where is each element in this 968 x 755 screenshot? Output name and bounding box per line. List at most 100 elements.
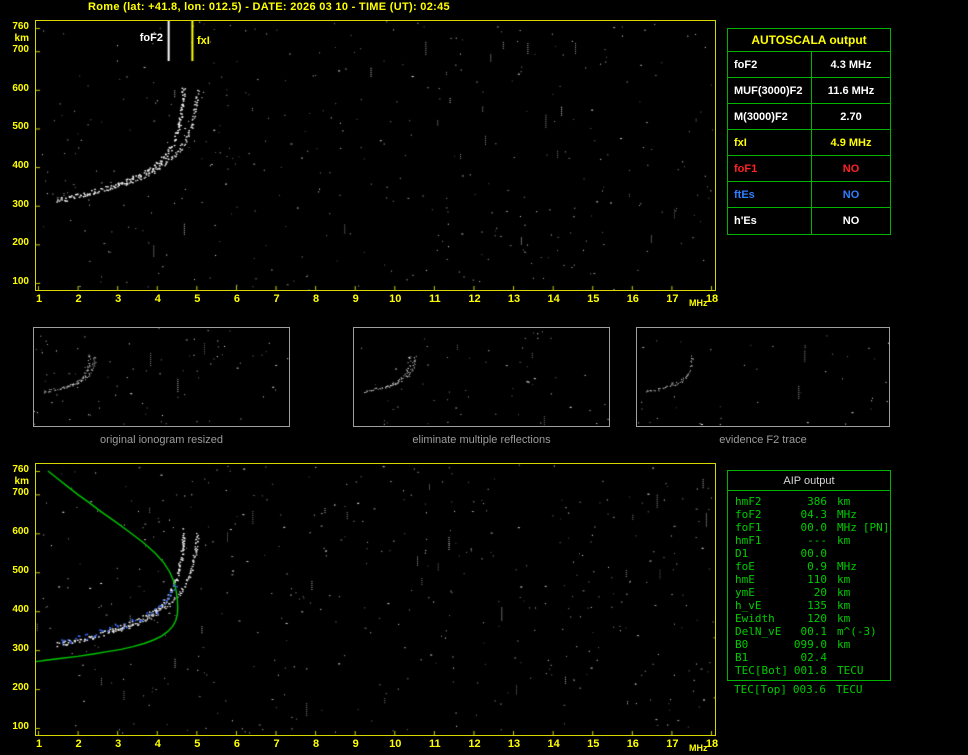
autoscala-table-rows: foF24.3 MHzMUF(3000)F211.6 MHzM(3000)F22… [728, 52, 890, 234]
row-unit [827, 547, 837, 560]
x-axis-tick-label: 11 [425, 293, 445, 305]
x-axis-tick-label: 2 [69, 738, 89, 750]
y-axis-tick-label: 400 [0, 160, 29, 171]
row-label: Ewidth [735, 612, 793, 625]
x-axis-tick-label: 7 [267, 738, 287, 750]
row-value: NO [812, 182, 890, 207]
row-value: 135 [793, 599, 827, 612]
table-row: D100.0 [728, 547, 890, 560]
y-axis-unit-label: km [0, 476, 29, 487]
autoscala-table-title: AUTOSCALA output [728, 29, 890, 52]
x-axis-tick-label: 15 [583, 293, 603, 305]
x-axis-tick-label: 10 [385, 738, 405, 750]
x-axis-tick-label: 2 [69, 293, 89, 305]
row-label: TEC[Bot] [735, 664, 793, 677]
aip-output-panel: AIP output hmF2386kmfoF204.3MHzfoF100.0M… [727, 470, 891, 696]
station-header: Rome (lat: +41.8, lon: 012.5) - DATE: 20… [88, 1, 450, 13]
table-row: hmF1---km [728, 534, 890, 547]
x-axis-tick-label: 8 [306, 293, 326, 305]
x-axis-tick-label: 6 [227, 293, 247, 305]
y-axis-tick-label: 200 [0, 682, 29, 693]
y-axis-unit-label: km [0, 33, 29, 44]
x-axis-tick-label: 10 [385, 293, 405, 305]
row-label: foF2 [728, 52, 812, 77]
row-label: fxI [728, 130, 812, 155]
row-label: foF2 [735, 508, 793, 521]
row-value: 20 [793, 586, 827, 599]
thumbnail-caption-reflections: eliminate multiple reflections [353, 434, 610, 446]
x-axis-tick-label: 5 [187, 738, 207, 750]
row-unit: MHz [827, 521, 857, 534]
x-axis-tick-label: 9 [346, 738, 366, 750]
x-axis-tick-label: 13 [504, 293, 524, 305]
x-axis-tick-label: 8 [306, 738, 326, 750]
autoscala-window: Rome (lat: +41.8, lon: 012.5) - DATE: 20… [0, 0, 968, 755]
row-value: 11.6 MHz [812, 78, 890, 103]
aip-footer-row-container: TEC[Top]003.6TECU [727, 681, 891, 696]
x-axis-tick-label: 16 [623, 738, 643, 750]
y-axis-tick-label: 600 [0, 83, 29, 94]
x-axis-tick-label: 11 [425, 738, 445, 750]
row-label: M(3000)F2 [728, 104, 812, 129]
table-row: foE0.9MHz [728, 560, 890, 573]
bottom-profile-plot [35, 463, 716, 736]
row-value: NO [812, 156, 890, 181]
x-axis-tick-label: 17 [662, 738, 682, 750]
y-axis-tick-label: 700 [0, 487, 29, 498]
row-unit: MHz [827, 560, 857, 573]
table-row: DelN_vE00.1m^(-3) [728, 625, 890, 638]
row-unit: km [827, 495, 850, 508]
row-unit: TECU [826, 683, 863, 696]
top-ionogram-canvas [36, 21, 715, 290]
table-row: B0099.0km [728, 638, 890, 651]
row-value: 099.0 [793, 638, 827, 651]
y-axis-tick-label: 200 [0, 237, 29, 248]
row-label: hmE [735, 573, 793, 586]
table-row: hmE110km [728, 573, 890, 586]
x-axis-unit-label: MHz [689, 298, 708, 308]
row-label: ymE [735, 586, 793, 599]
x-axis-tick-label: 17 [662, 293, 682, 305]
table-row: foF100.0MHz[PN] [728, 521, 890, 534]
x-axis-tick-label: 16 [623, 293, 643, 305]
x-axis-tick-label: 14 [544, 293, 564, 305]
row-label: D1 [735, 547, 793, 560]
table-row: Ewidth120km [728, 612, 890, 625]
y-axis-tick-label: 600 [0, 526, 29, 537]
aip-table-title: AIP output [728, 471, 890, 491]
table-row: h_vE135km [728, 599, 890, 612]
row-value: 003.6 [792, 683, 826, 696]
y-axis-tick-label: 100 [0, 721, 29, 732]
row-label: h_vE [735, 599, 793, 612]
row-value: 00.0 [793, 547, 827, 560]
row-value: 0.9 [793, 560, 827, 573]
aip-output-box: AIP output hmF2386kmfoF204.3MHzfoF100.0M… [727, 470, 891, 681]
table-row: fxI4.9 MHz [728, 130, 890, 156]
row-label: hmF1 [735, 534, 793, 547]
row-label: TEC[Top] [734, 683, 792, 696]
row-value: 00.1 [793, 625, 827, 638]
row-value: 001.8 [793, 664, 827, 677]
row-unit: m^(-3) [827, 625, 877, 638]
x-axis-tick-label: 7 [267, 293, 287, 305]
bottom-profile-canvas [36, 464, 715, 735]
y-axis-tick-label: 760 [0, 464, 29, 475]
row-value: 04.3 [793, 508, 827, 521]
y-axis-tick-label: 300 [0, 199, 29, 210]
y-axis-tick-label: 500 [0, 121, 29, 132]
row-value: 00.0 [793, 521, 827, 534]
x-axis-tick-label: 15 [583, 738, 603, 750]
table-row: foF1NO [728, 156, 890, 182]
row-value: 386 [793, 495, 827, 508]
x-axis-tick-label: 6 [227, 738, 247, 750]
row-value: 110 [793, 573, 827, 586]
y-axis-tick-label: 100 [0, 276, 29, 287]
y-axis-tick-label: 500 [0, 565, 29, 576]
fof2-marker-label: foF2 [129, 32, 163, 44]
row-unit: km [827, 599, 850, 612]
table-row: hmF2386km [728, 495, 890, 508]
row-value: 02.4 [793, 651, 827, 664]
thumbnail-original-ionogram [33, 327, 290, 427]
table-row: foF24.3 MHz [728, 52, 890, 78]
row-unit: km [827, 612, 850, 625]
